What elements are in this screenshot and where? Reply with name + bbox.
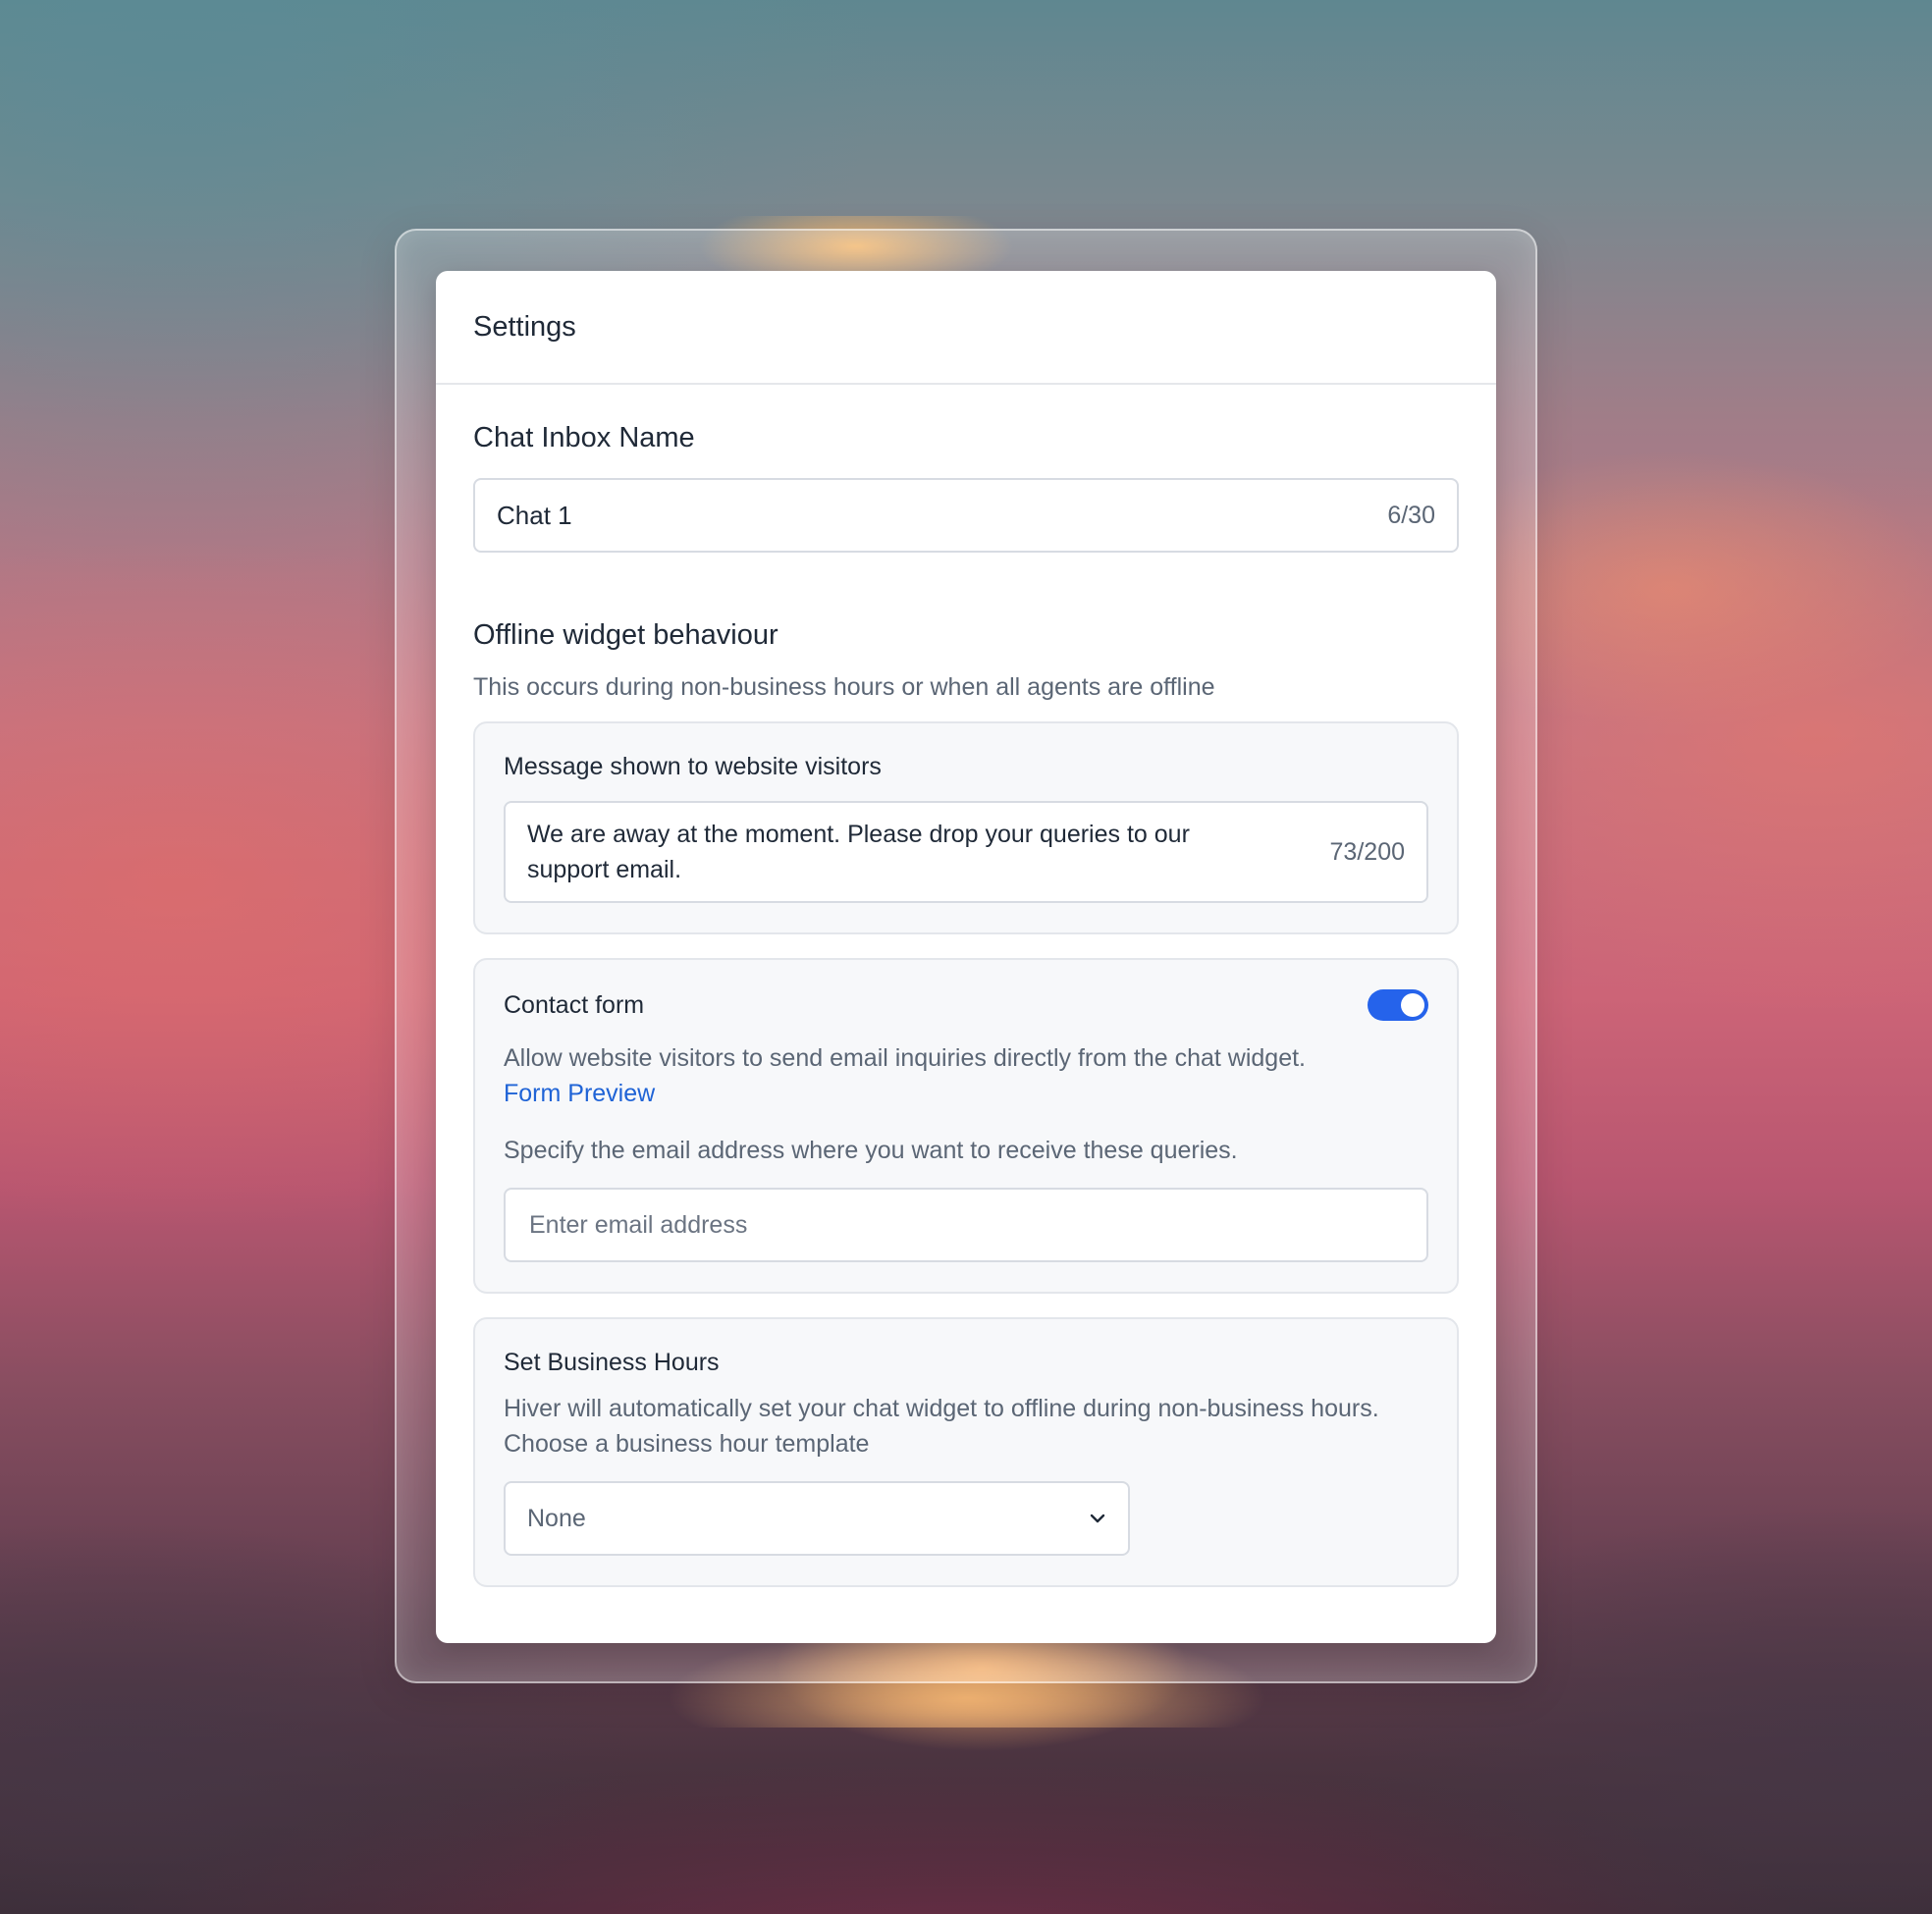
offline-message-textarea[interactable]: We are away at the moment. Please drop y…: [504, 801, 1428, 903]
inbox-name-input[interactable]: Chat 1 6/30: [473, 478, 1459, 553]
contact-form-panel: Contact form Allow website visitors to s…: [473, 958, 1459, 1294]
business-hours-description: Hiver will automatically set your chat w…: [504, 1395, 1379, 1458]
selected-template: None: [527, 1504, 586, 1532]
business-hours-panel: Set Business Hours Hiver will automatica…: [473, 1317, 1459, 1587]
contact-form-toggle[interactable]: [1368, 989, 1428, 1021]
message-panel: Message shown to website visitors We are…: [473, 721, 1459, 934]
inbox-name-value[interactable]: Chat 1: [497, 501, 572, 531]
page-title: Settings: [473, 310, 576, 343]
email-instruction: Specify the email address where you want…: [504, 1137, 1238, 1164]
card-header: Settings: [436, 271, 1496, 385]
form-preview-link[interactable]: Form Preview: [504, 1076, 1428, 1111]
message-panel-title: Message shown to website visitors: [504, 753, 882, 780]
offline-message-counter: 73/200: [1329, 837, 1405, 866]
inbox-name-counter: 6/30: [1387, 501, 1435, 529]
settings-body: Chat Inbox Name Chat 1 6/30 Offline widg…: [436, 385, 1496, 1587]
offline-behaviour-description: This occurs during non-business hours or…: [473, 673, 1215, 701]
business-hour-template-select[interactable]: None: [504, 1481, 1130, 1556]
chevron-down-icon: [1089, 1513, 1106, 1524]
business-hours-title: Set Business Hours: [504, 1349, 720, 1376]
email-field[interactable]: [504, 1188, 1428, 1262]
email-input[interactable]: [527, 1209, 1405, 1241]
toggle-knob: [1401, 993, 1424, 1017]
offline-behaviour-heading: Offline widget behaviour: [473, 619, 778, 651]
offline-message-text[interactable]: We are away at the moment. Please drop y…: [527, 817, 1273, 887]
contact-form-title: Contact form: [504, 990, 645, 1019]
inbox-name-label: Chat Inbox Name: [473, 422, 695, 453]
contact-form-description: Allow website visitors to send email inq…: [504, 1044, 1307, 1072]
settings-card: Settings Chat Inbox Name Chat 1 6/30 Off…: [436, 271, 1496, 1643]
